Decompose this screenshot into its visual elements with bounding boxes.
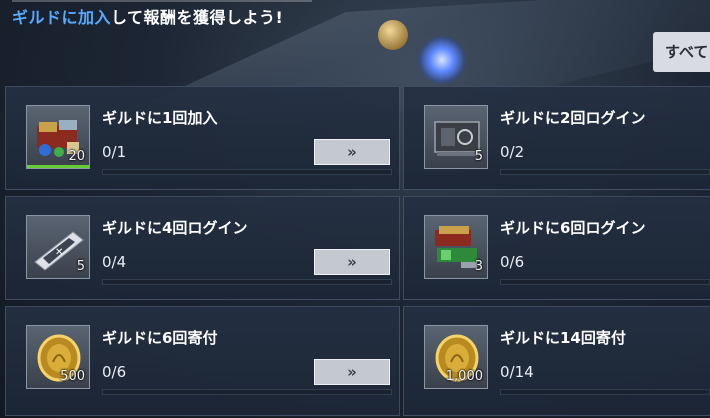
reward-item[interactable]: 5 [424,105,488,169]
mission-card: 20 ギルドに1回加入 0/1 » [5,86,400,190]
reward-quantity: 5 [474,149,483,164]
mission-title: ギルドに6回寄付 [102,329,218,347]
progress-bar [102,169,392,175]
completed-strip [27,165,89,168]
go-button[interactable]: » [314,139,390,165]
reward-quantity: 3 [474,259,483,274]
mission-progress: 0/1 [102,143,127,161]
page-headline: ギルドに加入して報酬を獲得しよう! [12,4,283,28]
cropped-heading-line [12,0,312,2]
reward-item[interactable]: 20 [26,105,90,169]
mission-title: ギルドに1回加入 [102,109,218,127]
planet-decoration [378,20,408,50]
reward-quantity: 5 [76,259,85,274]
progress-bar [102,389,392,395]
reward-item[interactable]: 3 [424,215,488,279]
progress-bar [500,169,710,175]
reward-item[interactable]: 500 [26,325,90,389]
mission-progress: 0/4 [102,253,127,271]
progress-bar [102,279,392,285]
mission-title: ギルドに4回ログイン [102,219,248,237]
reward-quantity: 20 [68,149,85,164]
go-button[interactable]: » [314,359,390,385]
reward-quantity: 500 [60,369,85,384]
mission-progress: 0/2 [500,143,525,161]
mission-progress: 0/6 [102,363,127,381]
mission-title: ギルドに14回寄付 [500,329,626,347]
mission-card: 3 ギルドに6回ログイン 0/6 [403,196,710,300]
reward-item[interactable]: ✕ 5 [26,215,90,279]
progress-bar [500,389,710,395]
progress-bar [500,279,710,285]
go-button[interactable]: » [314,249,390,275]
headline-suffix: して報酬を獲得しよう! [111,8,284,27]
headline-highlight: ギルドに加入 [12,8,112,27]
mission-title: ギルドに6回ログイン [500,219,646,237]
engine-glow-decoration [418,36,466,84]
mission-progress: 0/6 [500,253,525,271]
mission-card: ✕ 5 ギルドに4回ログイン 0/4 » [5,196,400,300]
reward-item[interactable]: 1,000 [424,325,488,389]
mission-card: 1,000 ギルドに14回寄付 0/14 [403,306,710,416]
reward-quantity: 1,000 [445,369,483,384]
svg-text:✕: ✕ [55,247,63,258]
mission-card: 5 ギルドに2回ログイン 0/2 [403,86,710,190]
mission-card: 500 ギルドに6回寄付 0/6 » [5,306,400,416]
claim-all-button[interactable]: すべて [653,32,710,72]
mission-title: ギルドに2回ログイン [500,109,646,127]
mission-progress: 0/14 [500,363,534,381]
